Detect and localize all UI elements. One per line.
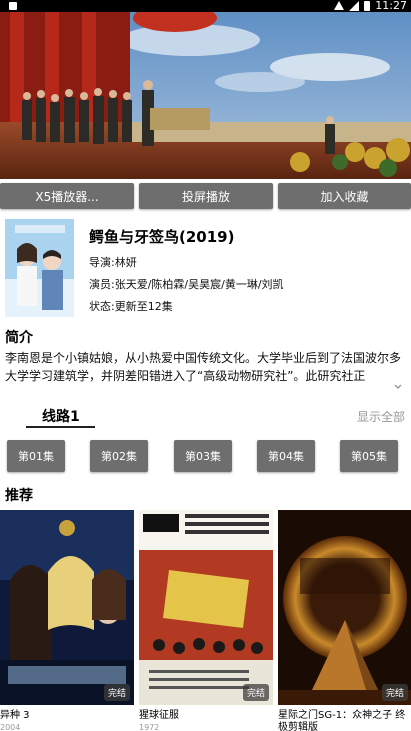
recommend-poster: 完结 xyxy=(0,510,134,705)
intro-text: 李南恩是个小镇姑娘，从小热爱中国传统文化。大学毕业后到了法国波尔多大学学习建筑学… xyxy=(5,351,402,383)
episode-button-01[interactable]: 第01集 xyxy=(7,440,65,472)
status-time: 11:27 xyxy=(375,0,407,12)
tab-indicator xyxy=(26,426,95,428)
status-text: 状态:更新至12集 xyxy=(89,300,173,313)
hero-painting-image xyxy=(0,12,411,179)
status-badge: 完结 xyxy=(381,684,408,701)
intro-heading: 简介 xyxy=(5,330,33,346)
status-badge: 完结 xyxy=(103,684,130,701)
wifi-icon xyxy=(334,1,345,10)
cast-button[interactable]: 投屏播放 xyxy=(139,183,273,209)
director-text: 导演:林妍 xyxy=(89,256,137,269)
recommend-poster: 完结 xyxy=(139,510,273,705)
status-bar: 11:27 xyxy=(0,0,411,12)
action-bar: X5播放器... 投屏播放 加入收藏 xyxy=(0,183,411,209)
recommend-year: 1972 xyxy=(139,723,160,731)
chevron-down-icon[interactable] xyxy=(394,384,402,390)
recommend-item[interactable]: 完结 猩球征服 1972 xyxy=(139,510,273,731)
episode-button-03[interactable]: 第03集 xyxy=(174,440,232,472)
notification-icon xyxy=(9,2,17,10)
video-player[interactable] xyxy=(0,12,411,179)
cast-text: 演员:张天爱/陈柏霖/吴昊宸/黄一琳/刘凯 xyxy=(89,278,284,291)
x5-player-button[interactable]: X5播放器... xyxy=(0,183,134,209)
recommend-title: 异种 3 xyxy=(0,710,30,721)
favorite-button[interactable]: 加入收藏 xyxy=(278,183,411,209)
status-icons: 11:27 xyxy=(334,0,407,12)
recommend-item[interactable]: 完结 星际之门SG-1：众神之子 终极剪辑版 xyxy=(278,510,411,731)
episode-button-05[interactable]: 第05集 xyxy=(340,440,398,472)
recommend-title: 猩球征服 xyxy=(139,710,179,721)
tab-route-1[interactable]: 线路1 xyxy=(42,406,80,426)
movie-title: 鳄鱼与牙签鸟(2019) xyxy=(89,228,235,246)
recommend-year: 2004 xyxy=(0,723,21,731)
episode-button-02[interactable]: 第02集 xyxy=(90,440,148,472)
show-all-link[interactable]: 显示全部 xyxy=(357,408,405,425)
recommend-title: 星际之门SG-1：众神之子 终极剪辑版 xyxy=(278,710,406,731)
recommend-item[interactable]: 完结 异种 3 2004 xyxy=(0,510,134,731)
recommend-poster: 完结 xyxy=(278,510,411,705)
movie-poster xyxy=(5,219,74,317)
battery-icon xyxy=(364,0,371,11)
status-badge: 完结 xyxy=(242,684,269,701)
recommend-heading: 推荐 xyxy=(5,488,33,504)
episode-button-04[interactable]: 第04集 xyxy=(257,440,315,472)
signal-icon xyxy=(349,0,360,11)
